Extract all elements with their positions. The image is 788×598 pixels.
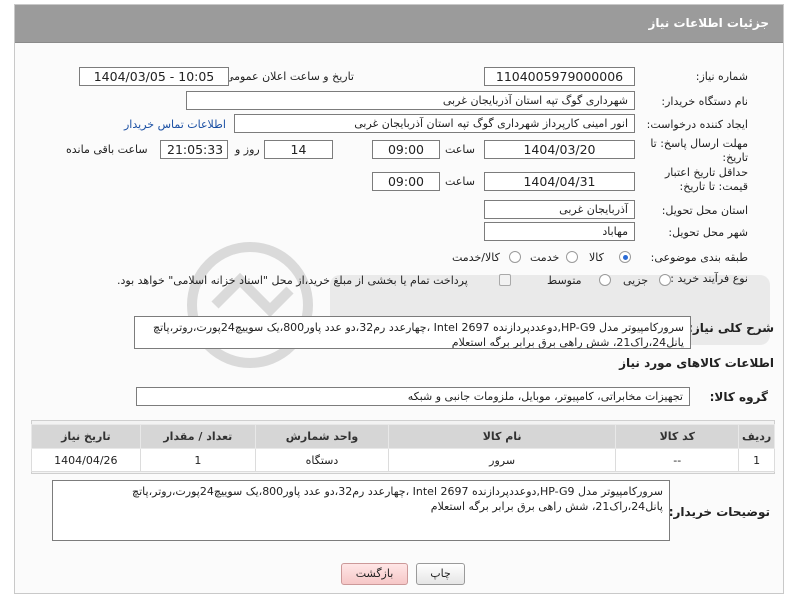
buyer-notes-textarea[interactable]: سرورکامپیوتر مدل HP-G9,دوعددپردازنده Int… [52, 480, 670, 541]
cell-row-num: 1 [738, 448, 775, 472]
buyer-contact-link[interactable]: اطلاعات تماس خریدار [124, 118, 226, 131]
col-header-date: تاریخ نیاز [31, 424, 141, 449]
goods-group-label: گروه کالا: [709, 390, 768, 404]
delivery-province-label: استان محل تحویل: [661, 204, 748, 217]
price-validity-label: حداقل تاریخ اعتبار قیمت: تا تاریخ: [664, 166, 748, 193]
send-deadline-label: مهلت ارسال پاسخ: تا تاریخ: [650, 137, 748, 164]
table-row[interactable]: 1 -- سرور دستگاه 1 1404/04/26 [31, 448, 775, 472]
category-option-both: کالا/خدمت [452, 251, 500, 264]
back-button[interactable]: بازگشت [341, 563, 408, 585]
process-option-minor: جزیی [623, 274, 649, 287]
requester-label: ایجاد کننده درخواست: [646, 118, 748, 131]
price-validity-time-label: ساعت [445, 175, 475, 188]
page-title: جزئیات اطلاعات نیاز [648, 16, 769, 30]
process-radio-minor[interactable] [659, 274, 671, 286]
col-header-unit: واحد شمارش [254, 424, 390, 449]
col-header-row-num: ردیف [738, 424, 775, 449]
col-header-name: نام کالا [387, 424, 617, 449]
category-radio-service[interactable] [566, 251, 578, 263]
send-deadline-date-field: 1404/03/20 [484, 140, 635, 159]
treasury-payment-checkbox[interactable] [499, 274, 511, 286]
days-field: 14 [264, 140, 333, 159]
goods-group-field: تجهیزات مخابراتی، کامپیوتر، موبایل، ملزو… [136, 387, 690, 406]
process-type-label: نوع فرآیند خرید : [670, 272, 748, 285]
delivery-city-field: مهاباد [484, 222, 635, 241]
table-header-row: ردیف کد کالا نام کالا واحد شمارش تعداد /… [31, 424, 775, 449]
delivery-province-field: آذربایجان غربی [484, 200, 635, 219]
requester-field: انور امینی کارپرداز شهرداری گوگ تپه استا… [234, 114, 635, 133]
process-radio-medium[interactable] [599, 274, 611, 286]
buyer-notes-label: توضیحات خریدار: [668, 505, 770, 519]
announce-datetime-field: 1404/03/05 - 10:05 [79, 67, 229, 86]
category-radio-both[interactable] [509, 251, 521, 263]
announce-datetime-label: تاریخ و ساعت اعلان عمومی: [221, 70, 354, 83]
need-number-field: 1104005979000006 [484, 67, 635, 86]
cell-unit: دستگاه [254, 448, 390, 472]
cell-date: 1404/04/26 [31, 448, 141, 472]
col-header-qty: تعداد / مقدار [139, 424, 256, 449]
cell-qty: 1 [139, 448, 256, 472]
category-label: طبقه بندی موضوعی: [650, 251, 748, 264]
price-validity-time-field: 09:00 [372, 172, 440, 191]
col-header-code: کد کالا [615, 424, 740, 449]
remaining-time-label: ساعت باقی مانده [66, 143, 148, 156]
process-option-medium: متوسط [547, 274, 582, 287]
need-number-label: شماره نیاز: [695, 70, 748, 83]
category-option-goods: کالا [589, 251, 604, 264]
days-label: روز و [235, 143, 260, 156]
items-table: ردیف کد کالا نام کالا واحد شمارش تعداد /… [31, 424, 775, 472]
buyer-org-field: شهرداری گوگ تپه استان آذربایجان غربی [186, 91, 635, 110]
send-deadline-time-label: ساعت [445, 143, 475, 156]
summary-label: شرح کلی نیاز: [688, 321, 774, 335]
cell-name: سرور [387, 448, 617, 472]
remaining-time-field: 21:05:33 [160, 140, 228, 159]
cell-code: -- [615, 448, 740, 472]
panel-header: جزئیات اطلاعات نیاز [15, 5, 783, 43]
print-button[interactable]: چاپ [416, 563, 465, 585]
category-option-service: خدمت [530, 251, 560, 264]
delivery-city-label: شهر محل تحویل: [668, 226, 748, 239]
goods-info-title: اطلاعات کالاهای مورد نیاز [619, 356, 774, 370]
buyer-org-label: نام دستگاه خریدار: [661, 95, 748, 108]
treasury-payment-note: پرداخت تمام یا بخشی از مبلغ خرید،از محل … [117, 274, 468, 287]
category-radio-goods[interactable] [619, 251, 631, 263]
summary-textarea[interactable]: سرورکامپیوتر مدل HP-G9,دوعددپردازنده Int… [134, 316, 691, 349]
price-validity-date-field: 1404/04/31 [484, 172, 635, 191]
send-deadline-time-field: 09:00 [372, 140, 440, 159]
